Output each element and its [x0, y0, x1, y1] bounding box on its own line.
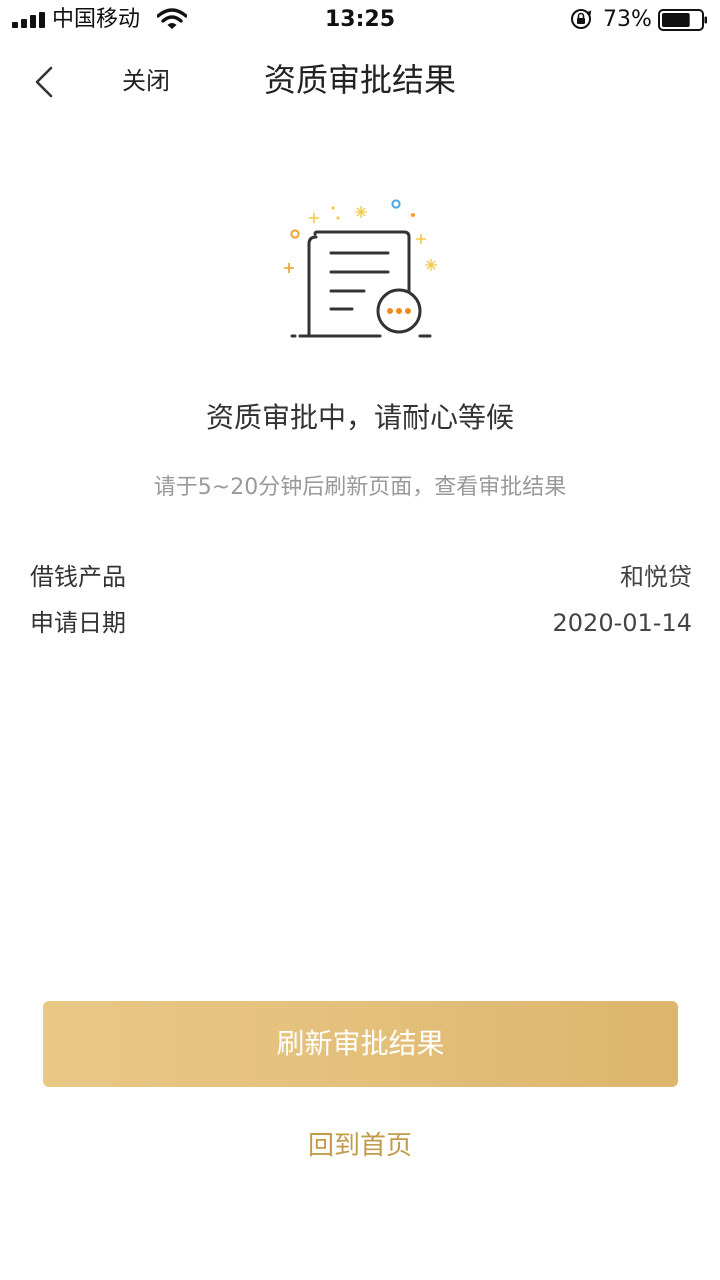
status-subtitle: 请于5~20分钟后刷新页面，查看审批结果 [153, 475, 567, 500]
battery-icon [658, 9, 707, 31]
battery-percentage: 73% [603, 7, 652, 32]
document-pending-icon [284, 199, 437, 338]
page-title: 资质审批结果 [263, 61, 456, 99]
rotation-lock-icon [571, 9, 592, 29]
detail-label: 借钱产品 [30, 563, 126, 591]
detail-label: 申请日期 [30, 609, 126, 637]
detail-row-product: 借钱产品 和悦贷 [30, 557, 692, 597]
detail-row-date: 申请日期 2020-01-14 [30, 603, 692, 643]
refresh-result-button[interactable]: 刷新审批结果 [43, 1001, 678, 1087]
back-to-home-link[interactable]: 回到首页 [0, 1126, 720, 1166]
status-title: 资质审批中，请耐心等候 [205, 401, 514, 434]
detail-value: 和悦贷 [620, 563, 692, 591]
status-bar: 中国移动 13:25 73% [0, 0, 720, 40]
detail-value: 2020-01-14 [552, 609, 692, 637]
